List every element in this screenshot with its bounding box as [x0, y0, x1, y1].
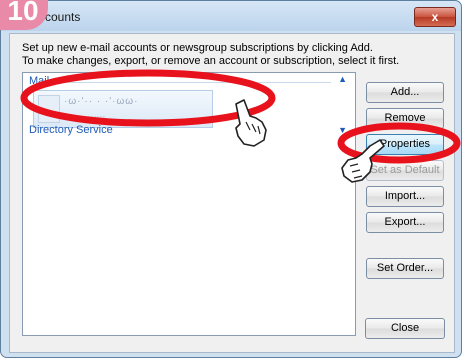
set-order-button[interactable]: Set Order... — [366, 258, 444, 279]
add-button[interactable]: Add... — [366, 82, 444, 103]
import-button[interactable]: Import... — [366, 186, 444, 207]
export-button[interactable]: Export... — [366, 212, 444, 233]
dialog-client-area: Set up new e-mail accounts or newsgroup … — [9, 33, 455, 353]
close-button[interactable]: Close — [365, 318, 445, 339]
group-divider — [53, 82, 331, 83]
directory-service-group-header[interactable]: Directory Service ▼ — [23, 124, 355, 138]
expand-icon[interactable]: ▼ — [338, 125, 347, 135]
collapse-icon[interactable]: ▲ — [338, 74, 347, 84]
remove-button[interactable]: Remove — [366, 108, 444, 129]
internet-accounts-window: ccounts x Set up new e-mail accounts or … — [0, 0, 462, 358]
account-server: ·· ······· — [76, 111, 106, 121]
mail-group-label: Mail — [29, 75, 50, 87]
instructions-text: Set up new e-mail accounts or newsgroup … — [22, 42, 399, 68]
title-bar[interactable]: ccounts x — [1, 1, 461, 31]
account-name: ·ω·'·· · ·'·ωω· — [64, 96, 139, 107]
instruction-line-2: To make changes, export, or remove an ac… — [22, 55, 400, 67]
mail-account-item[interactable]: ·ω·'·· · ·'·ωω· ·· ······· — [33, 90, 213, 128]
instruction-line-1: Set up new e-mail accounts or newsgroup … — [22, 42, 373, 54]
directory-service-label: Directory Service — [29, 124, 113, 136]
account-icon — [38, 95, 60, 123]
mail-group-header[interactable]: Mail ▲ — [23, 74, 355, 89]
properties-button[interactable]: Properties — [366, 134, 444, 155]
set-as-default-button[interactable]: Set as Default — [366, 160, 444, 181]
accounts-list[interactable]: Mail ▲ ·ω·'·· · ·'·ωω· ·· ······· Direct… — [22, 72, 356, 336]
window-close-button[interactable]: x — [414, 7, 456, 27]
